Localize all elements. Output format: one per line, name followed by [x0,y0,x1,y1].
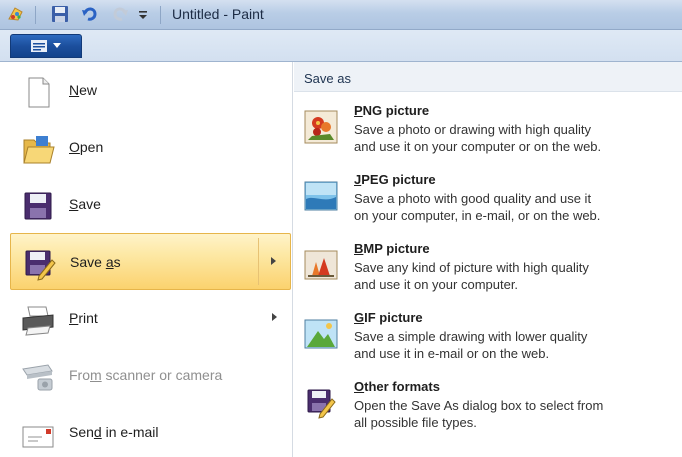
option-description: Open the Save As dialog box to select fr… [354,398,604,430]
save-as-bmp-option[interactable]: BMP picture Save any kind of picture wit… [294,238,682,304]
menu-item-label: From scanner or camera [69,367,223,383]
menu-item-label: New [69,82,98,98]
option-description: Save a photo with good quality and use i… [354,191,601,223]
menu-item-save[interactable]: Save [10,176,291,233]
submenu-header: Save as [294,62,682,92]
window-title: Untitled - Paint [172,6,264,22]
option-description: Save a photo or drawing with high qualit… [354,122,602,154]
save-as-png-option[interactable]: PNG picture Save a photo or drawing with… [294,100,682,166]
option-description: Save a simple drawing with lower quality… [354,329,588,361]
save-disk-icon [24,192,52,220]
menu-item-label: Open [69,139,104,155]
printer-icon [22,306,54,336]
menu-item-label: Print [69,310,98,326]
open-folder-icon [23,136,55,164]
redo-icon[interactable] [110,4,130,24]
save-as-gif-option[interactable]: GIF picture Save a simple drawing with l… [294,307,682,373]
menu-commands-pane: New Open Save Save as Print From scanner… [0,62,293,457]
menu-item-open[interactable]: Open [10,119,291,176]
save-as-icon [25,250,56,281]
save-icon[interactable] [50,4,70,24]
png-picture-icon [304,110,338,144]
save-as-jpeg-option[interactable]: JPEG picture Save a photo with good qual… [294,169,682,235]
customize-toolbar-icon[interactable] [137,5,149,23]
menu-icon [31,40,47,52]
menu-item-save-as[interactable]: Save as [10,233,291,290]
jpeg-picture-icon [304,181,338,211]
undo-icon[interactable] [80,4,100,24]
chevron-down-icon [53,43,61,48]
bmp-picture-icon [304,250,338,280]
option-title: Other formats [354,379,440,394]
chevron-right-icon[interactable] [272,313,277,321]
toolbar-separator [35,6,36,24]
option-title: JPEG picture [354,172,436,187]
ribbon-bar [0,30,682,62]
option-title: BMP picture [354,241,430,256]
option-title: PNG picture [354,103,430,118]
menu-item-from-scanner-or-camera: From scanner or camera [10,347,291,404]
menu-item-label: Send in e-mail [69,424,159,440]
toolbar-separator [160,6,161,24]
menu-item-send-in-email[interactable]: Send in e-mail [10,404,291,457]
paint-app-icon[interactable] [6,4,26,24]
paint-menu-button[interactable] [10,34,82,58]
menu-item-label: Save as [70,254,121,270]
menu-item-label: Save [69,196,101,212]
chevron-right-icon[interactable] [271,257,276,265]
menu-item-new[interactable]: New [10,62,291,119]
email-icon [22,426,54,448]
save-as-other-formats-option[interactable]: Other formats Open the Save As dialog bo… [294,376,682,442]
split-divider [258,238,259,285]
scanner-camera-icon [22,364,53,391]
gif-picture-icon [304,319,338,349]
new-document-icon [28,77,50,108]
save-as-submenu: Save as PNG picture Save a photo or draw… [294,62,682,457]
other-formats-icon [307,389,336,419]
option-description: Save any kind of picture with high quali… [354,260,589,292]
menu-item-print[interactable]: Print [10,290,291,347]
option-title: GIF picture [354,310,423,325]
title-bar: Untitled - Paint [0,0,682,30]
paint-application-menu: New Open Save Save as Print From scanner… [0,62,682,457]
